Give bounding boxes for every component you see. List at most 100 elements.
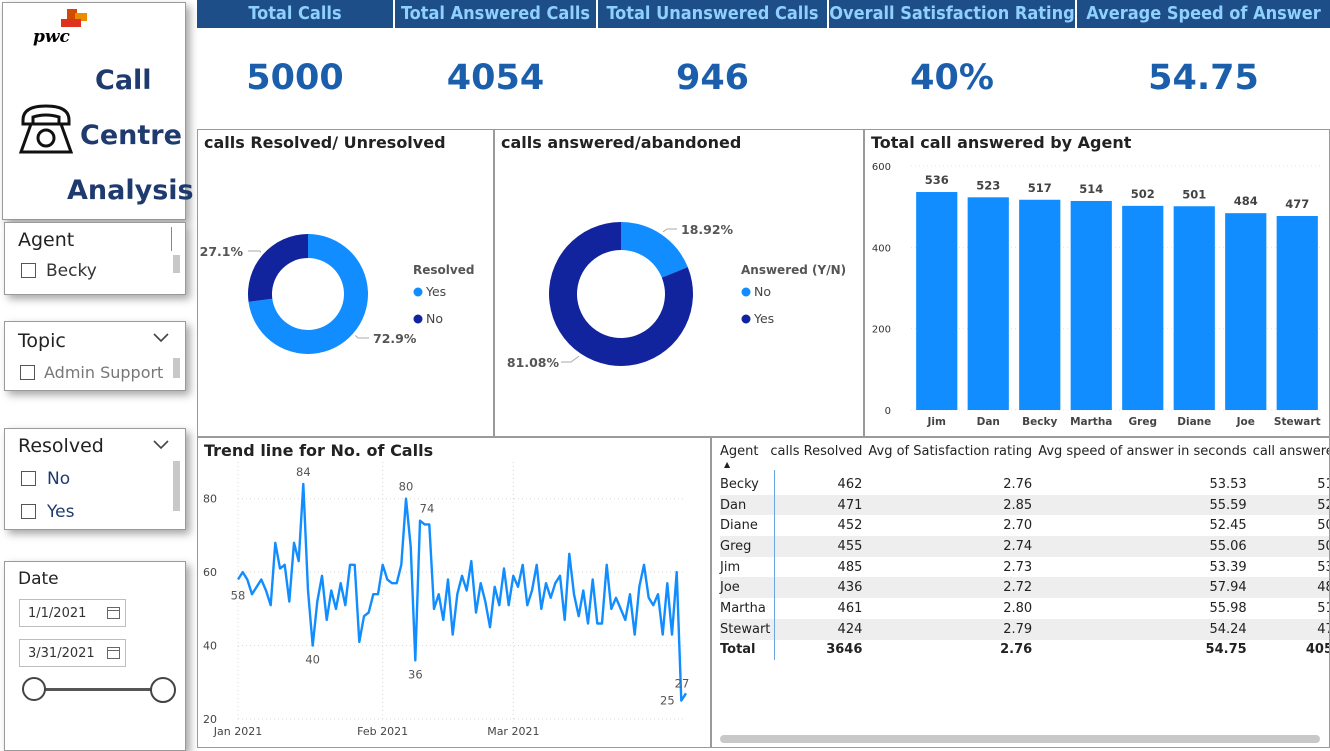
date-start-input[interactable]: 1/1/2021 <box>19 599 126 627</box>
bar-x-tick-label: Dan <box>977 416 1000 428</box>
bar-stewart <box>1276 216 1318 410</box>
trend-point-label: 36 <box>408 667 423 681</box>
line-y-tick-label: 60 <box>203 566 217 579</box>
bar-joe <box>1225 213 1267 410</box>
agent-slicer-divider <box>171 227 172 251</box>
donut-slice-no <box>248 234 308 302</box>
calendar-icon[interactable] <box>107 607 120 619</box>
table-cell: Martha <box>720 600 766 616</box>
col-header-call-answered[interactable]: call answered <box>1252 444 1329 474</box>
table-row[interactable]: Becky 462 2.76 53.53 517 <box>720 474 1329 495</box>
agent-becky-label[interactable]: Becky <box>46 261 97 281</box>
resolved-yes-checkbox[interactable] <box>21 504 36 519</box>
chevron-down-icon[interactable] <box>152 439 170 451</box>
col-header-call-answered-label: call answered <box>1252 444 1329 459</box>
table-row[interactable]: Martha 461 2.80 55.98 514 <box>720 598 1329 619</box>
col-header-calls-resolved[interactable]: calls Resolved <box>770 444 868 474</box>
table-cell: 461 <box>837 600 863 616</box>
kpi-total-unanswered-label: Total Unanswered Calls <box>606 3 819 24</box>
calendar-icon[interactable] <box>107 647 120 659</box>
kpi-total-answered-value: 4054 <box>446 58 545 98</box>
trend-line-chart: 20406080Jan 2021 Feb 2021 Mar 202158844080… <box>203 462 689 738</box>
table-cell: 2.79 <box>868 618 1039 640</box>
table-cell: 4054 <box>1305 642 1329 658</box>
table-cell: 2.72 <box>868 577 1039 599</box>
agent-slicer-scrollbar[interactable] <box>173 255 180 273</box>
kpi-speed-header: Average Speed of Answer <box>1077 0 1330 28</box>
col-header-agent[interactable]: Agent ▲ <box>720 444 770 474</box>
table-row[interactable]: Greg4552.7455.06502 <box>720 536 1329 557</box>
date-slider-start-handle[interactable] <box>22 677 46 701</box>
agent-slicer: Agent Becky <box>4 222 186 295</box>
answered-donut-chart: 18.92% 81.08% Answered (Y/N) No Yes <box>507 222 846 370</box>
telephone-icon <box>18 104 74 154</box>
col-header-speed[interactable]: Avg speed of answer in seconds <box>1038 444 1252 474</box>
table-cell: Greg <box>720 536 771 557</box>
date-slider-track[interactable] <box>35 688 165 691</box>
bar-x-tick-label: Joe <box>1236 416 1255 428</box>
table-cell: Joe <box>720 577 771 599</box>
table-cell: 471 <box>770 494 869 516</box>
resolved-donut-chart: 72.9% 27.1% Resolved Yes No <box>200 234 474 354</box>
table-cell: 2.74 <box>868 536 1039 557</box>
table-cell: 455 <box>770 536 869 557</box>
table-row[interactable]: Diane 452 2.70 52.45 501 <box>720 515 1329 536</box>
bar-data-label: 514 <box>1079 182 1103 196</box>
chevron-down-icon[interactable] <box>152 332 170 344</box>
resolved-donut-panel: calls Resolved/ Unresolved 72.9% 27.1% Res… <box>197 129 494 437</box>
legend-label-no: No <box>426 311 443 326</box>
bar-martha <box>1070 200 1112 410</box>
table-cell: 53.39 <box>1209 559 1247 575</box>
table-cell: 52.45 <box>1209 518 1247 534</box>
bar-data-label: 501 <box>1182 187 1206 201</box>
bar-data-label: 523 <box>976 178 1000 192</box>
resolved-no-checkbox[interactable] <box>21 471 36 486</box>
bar-data-label: 477 <box>1285 197 1309 211</box>
agent-becky-checkbox[interactable] <box>21 263 36 278</box>
donut-leader-line <box>355 335 369 339</box>
table-cell: 517 <box>1317 476 1329 492</box>
resolved-slicer: Resolved No Yes <box>4 428 186 530</box>
col-header-satisfaction-label: Avg of Satisfaction rating <box>868 444 1033 459</box>
topic-slicer-scrollbar[interactable] <box>173 358 180 378</box>
date-end-input[interactable]: 3/31/2021 <box>19 639 126 667</box>
table-cell: 536 <box>1317 559 1329 575</box>
table-cell: Stewart <box>720 618 771 640</box>
title-call: Call <box>95 65 152 96</box>
table-row[interactable]: Joe4362.7257.94484 <box>720 577 1329 599</box>
table-cell: 436 <box>770 577 869 599</box>
legend-marker-yes <box>741 314 751 324</box>
bar-data-label: 502 <box>1131 187 1155 201</box>
topic-admin-support-label[interactable]: Admin Support <box>44 363 163 382</box>
line-x-tick-label: Feb 2021 <box>357 725 408 738</box>
bar-y-tick-label: 0 <box>885 406 891 417</box>
kpi-satisfaction-label: Overall Satisfaction Rating <box>829 3 1075 24</box>
table-cell: 477 <box>1252 618 1329 640</box>
bar-data-label: 484 <box>1234 194 1258 208</box>
agent-slicer-title: Agent <box>18 229 75 251</box>
table-cell: 57.94 <box>1038 577 1253 599</box>
table-total-row[interactable]: Total 3646 2.76 54.75 4054 <box>720 640 1329 661</box>
table-cell: 452 <box>837 518 863 534</box>
resolved-no-label[interactable]: No <box>47 469 70 489</box>
table-cell: 2.70 <box>1003 518 1033 534</box>
table-row[interactable]: Stewart4242.7954.24477 <box>720 618 1329 640</box>
sort-ascending-icon[interactable]: ▲ <box>724 460 730 469</box>
trend-point-label: 58 <box>231 588 246 602</box>
resolved-yes-label[interactable]: Yes <box>47 502 74 522</box>
table-horizontal-scrollbar[interactable] <box>720 735 1320 743</box>
col-header-satisfaction[interactable]: Avg of Satisfaction rating <box>868 444 1038 474</box>
title-centre: Centre <box>80 120 182 151</box>
trend-point-label: 25 <box>660 694 675 708</box>
bar-x-tick-label: Jim <box>927 416 947 428</box>
col-header-calls-resolved-label: calls Resolved <box>770 444 863 459</box>
resolved-slicer-scrollbar[interactable] <box>173 461 180 511</box>
table-cell: 485 <box>837 559 863 575</box>
date-slider-end-handle[interactable] <box>150 677 176 703</box>
agent-bar-panel: Total call answered by Agent 0 200 400 600 5… <box>864 129 1330 437</box>
table-row[interactable]: Jim 485 2.73 53.39 536 <box>720 557 1329 578</box>
table-row[interactable]: Dan4712.8555.59523 <box>720 494 1329 516</box>
donut-data-label: 18.92% <box>681 222 734 237</box>
topic-admin-support-checkbox[interactable] <box>20 365 35 380</box>
date-slicer-title: Date <box>18 569 59 589</box>
